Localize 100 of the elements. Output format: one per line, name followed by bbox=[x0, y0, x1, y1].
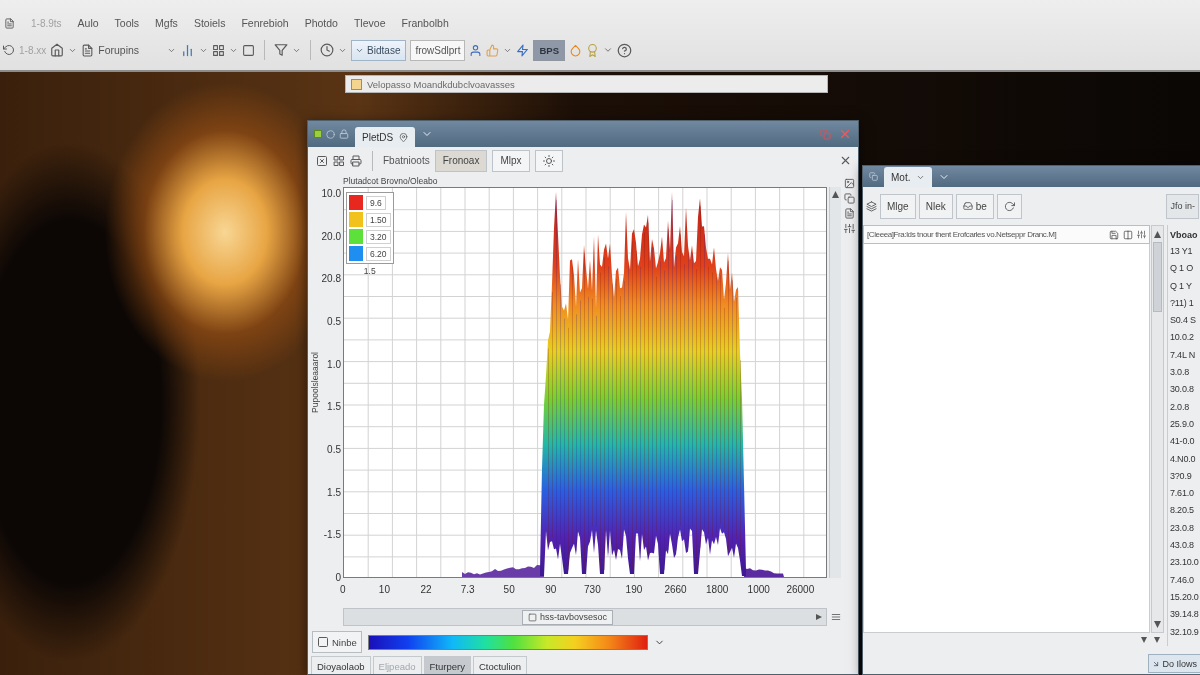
grid-icon[interactable] bbox=[333, 154, 345, 167]
menu-item[interactable]: Photdo bbox=[304, 17, 338, 29]
bps-button[interactable]: BPS bbox=[533, 39, 565, 61]
square-icon[interactable] bbox=[317, 636, 329, 648]
menu-item[interactable]: Tlevoe bbox=[353, 17, 386, 29]
menu-info-text: 1-8.9ts bbox=[31, 17, 62, 29]
arrow-icon[interactable] bbox=[1152, 659, 1161, 668]
y-tick-label: 1.5 bbox=[326, 400, 342, 415]
refresh-icon[interactable] bbox=[3, 44, 15, 56]
printer-icon[interactable] bbox=[350, 154, 362, 167]
square-icon[interactable] bbox=[242, 43, 256, 57]
menu-icon[interactable] bbox=[831, 612, 841, 622]
clock-icon[interactable] bbox=[320, 43, 335, 57]
footer-button[interactable]: Do Ilows bbox=[1148, 654, 1200, 673]
app-icon bbox=[314, 130, 322, 138]
side-button[interactable]: Jfo in- bbox=[1166, 193, 1199, 219]
value-text: Q 1 O bbox=[1169, 262, 1194, 276]
bolt-icon[interactable] bbox=[516, 43, 530, 57]
menu-item[interactable]: Tools bbox=[114, 17, 140, 29]
layers-icon[interactable] bbox=[866, 200, 877, 212]
y-tick-label: 20.0 bbox=[320, 229, 342, 244]
pin-icon[interactable] bbox=[399, 132, 409, 142]
award-icon[interactable] bbox=[586, 43, 599, 57]
toolbar-button[interactable]: Mlpx bbox=[492, 149, 530, 172]
toolbar-info-text: 1-8.xx bbox=[19, 44, 47, 56]
document-icon[interactable] bbox=[4, 17, 15, 29]
scroll-up-icon[interactable] bbox=[832, 191, 839, 198]
scroll-right-icon[interactable] bbox=[816, 614, 822, 620]
value-text: Q 1 Y bbox=[1169, 279, 1193, 293]
vertical-scrollbar[interactable] bbox=[829, 187, 841, 578]
home-icon[interactable] bbox=[50, 43, 65, 57]
filter-icon[interactable] bbox=[274, 43, 289, 57]
dataset-select[interactable]: Bidtase bbox=[351, 39, 407, 61]
copy-icon[interactable] bbox=[844, 193, 855, 204]
chart-title: Plutadcot Brovno/Oleabo bbox=[343, 175, 439, 186]
scroll-down-icon[interactable] bbox=[1154, 621, 1161, 628]
document-icon[interactable] bbox=[844, 208, 855, 219]
x-tick-label: 1800 bbox=[706, 583, 729, 597]
menu-item[interactable]: Stoiels bbox=[193, 17, 226, 29]
value-text: 30.0.8 bbox=[1169, 383, 1195, 397]
document-icon[interactable] bbox=[81, 43, 95, 57]
inbox-icon[interactable] bbox=[962, 201, 973, 211]
thumbs-up-icon[interactable] bbox=[486, 43, 500, 57]
menu-item[interactable]: Franbolbh bbox=[401, 17, 449, 29]
x-tick-label: 2660 bbox=[664, 583, 687, 597]
panel-tab[interactable]: Fturpery bbox=[423, 656, 471, 674]
y-tick-label: 1.0 bbox=[326, 357, 342, 372]
value-text: 3.0.8 bbox=[1169, 366, 1191, 380]
y-tick-label: 0.5 bbox=[326, 442, 342, 457]
image-icon[interactable] bbox=[844, 178, 855, 189]
sun-icon[interactable] bbox=[542, 154, 555, 167]
refresh-button[interactable] bbox=[996, 193, 1022, 219]
scroll-thumb[interactable] bbox=[1153, 242, 1162, 312]
grid-icon[interactable] bbox=[212, 43, 226, 57]
menu-item[interactable]: Aulo bbox=[77, 17, 99, 29]
inbox-button[interactable]: be bbox=[955, 193, 994, 219]
toolbar-label: Fbatnioots bbox=[383, 155, 430, 166]
sliders-icon[interactable] bbox=[1137, 230, 1146, 239]
value-text: 4.N0.0 bbox=[1169, 452, 1197, 466]
x-tick-label: 26000 bbox=[786, 583, 815, 597]
value-text: 23.10.0 bbox=[1169, 556, 1200, 570]
refresh-icon[interactable] bbox=[1003, 200, 1015, 212]
save-icon[interactable] bbox=[1109, 229, 1119, 240]
horizontal-scrollbar[interactable]: hss-tavbovsesoc bbox=[343, 608, 827, 626]
toolbar-button[interactable]: Fronoax bbox=[434, 149, 488, 172]
window-tab[interactable]: Mot. bbox=[884, 167, 933, 187]
colormap-button[interactable]: Ninbe bbox=[312, 631, 362, 653]
square-icon[interactable] bbox=[528, 612, 537, 622]
legend-label: 3.20 bbox=[366, 229, 391, 244]
value-text: 7.4L N bbox=[1169, 348, 1196, 362]
droplet-icon[interactable] bbox=[569, 43, 582, 57]
scroll-thumb[interactable]: hss-tavbovsesoc bbox=[522, 609, 614, 625]
y-tick-label: 0 bbox=[334, 570, 342, 585]
window-tab[interactable]: PletDS bbox=[355, 127, 416, 147]
vertical-scrollbar[interactable] bbox=[1151, 225, 1164, 633]
scroll-up-icon[interactable] bbox=[1154, 231, 1161, 238]
panel-tab[interactable]: Dioyaolaob bbox=[311, 656, 371, 674]
value-text: 3?0.9 bbox=[1169, 469, 1193, 483]
x-box-icon[interactable] bbox=[316, 154, 328, 167]
person-icon[interactable] bbox=[469, 43, 483, 57]
y-tick-label: 20.8 bbox=[320, 272, 342, 287]
panel-tab[interactable]: Ctoctulion bbox=[472, 656, 528, 674]
x-tick-label: 7.3 bbox=[460, 583, 475, 597]
value-text: 13 Y1 bbox=[1169, 245, 1194, 258]
toolbar-label[interactable]: Forupins bbox=[98, 44, 140, 56]
help-icon[interactable] bbox=[617, 42, 632, 58]
value-text: 10.0.2 bbox=[1169, 331, 1195, 345]
columns-icon[interactable] bbox=[1123, 229, 1133, 240]
mode-field[interactable]: frowSdlprt bbox=[410, 39, 466, 61]
menu-item[interactable]: Mgfs bbox=[155, 17, 178, 29]
close-icon[interactable] bbox=[839, 154, 852, 167]
value-text: 2.0.8 bbox=[1169, 400, 1191, 414]
sliders-icon[interactable] bbox=[844, 223, 855, 234]
sun-button[interactable] bbox=[534, 149, 563, 172]
toolbar-button[interactable]: Mlge bbox=[880, 193, 916, 219]
x-tick-label: 90 bbox=[545, 583, 557, 597]
copy-icon bbox=[869, 172, 878, 181]
toolbar-button[interactable]: Nlek bbox=[918, 193, 953, 219]
colormap-bar[interactable] bbox=[367, 634, 648, 650]
menu-item[interactable]: Fenrebioh bbox=[241, 17, 289, 29]
